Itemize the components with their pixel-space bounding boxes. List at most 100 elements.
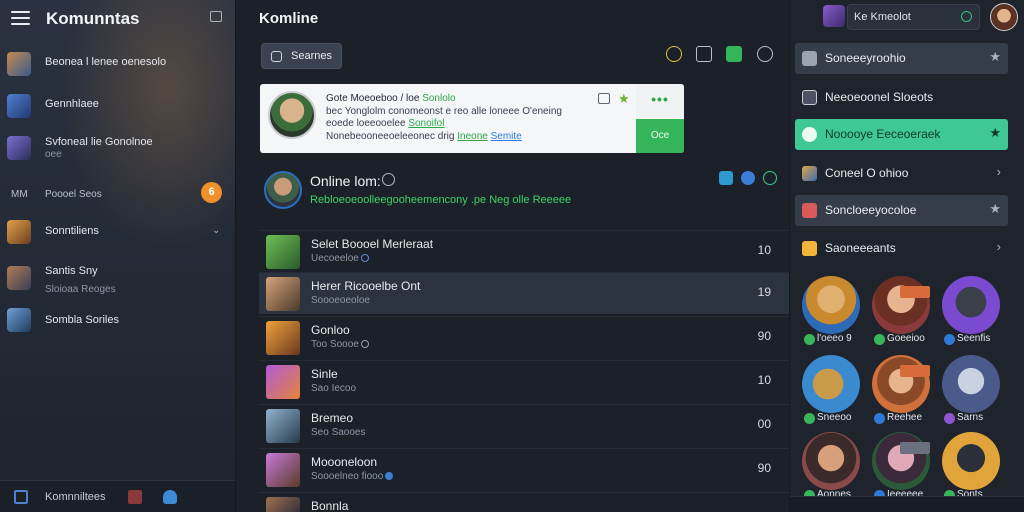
sidebar: Komunntas Beonea l lenee oenesolo Gennhl… (0, 0, 236, 512)
portrait (942, 355, 1000, 413)
check-icon[interactable] (763, 171, 777, 185)
status-dot (944, 413, 955, 424)
share-icon[interactable] (719, 171, 733, 185)
status-label: Ke Kmeolot (854, 11, 911, 23)
star-icon[interactable]: ★ (989, 201, 1001, 217)
list-item[interactable]: Gonloo Too Soooe 90 (259, 316, 789, 358)
character-card[interactable]: Reehee (870, 355, 932, 425)
ok-button[interactable]: Oce (636, 119, 684, 153)
right-item-3[interactable]: Nooooye Eeceoeraek ★ (795, 119, 1008, 150)
list-item[interactable]: Bonnla (259, 492, 789, 512)
edit-icon[interactable] (210, 11, 222, 22)
star-icon[interactable]: ★ (989, 49, 1001, 65)
list-item-desc: Soooeoeoloe (311, 295, 370, 306)
character-card[interactable]: Sonts (940, 432, 1002, 502)
star-icon[interactable]: ★ (989, 125, 1001, 141)
search-icon (271, 51, 282, 62)
message-card[interactable]: Gote Moeoeboo / loe Sonlolo bec Yonglolm… (260, 84, 684, 153)
list-item-count: 00 (757, 417, 771, 431)
tag-badge (900, 442, 930, 454)
bell-icon[interactable] (666, 46, 682, 62)
right-item-4[interactable]: Coneel O ohioo › (795, 158, 1008, 189)
status-pill[interactable]: Ke Kmeolot (847, 4, 980, 30)
right-item-2[interactable]: Neeoeoonel Sloeots (795, 82, 1008, 113)
sidebar-item-1[interactable]: Beonea l lenee oenesolo (0, 46, 235, 82)
flag-icon[interactable] (128, 490, 142, 504)
sidebar-footer-label[interactable]: Komnniltees (45, 491, 106, 503)
sidebar-item-7[interactable]: Sombla Soriles (0, 302, 235, 338)
avatar (266, 321, 300, 355)
list-item-count: 19 (757, 285, 771, 299)
portrait (802, 276, 860, 334)
avatar (264, 171, 302, 209)
list-item[interactable]: Moooneloon Soooelneo fiooo 90 (259, 448, 789, 490)
star-icon[interactable]: ★ (618, 91, 630, 107)
sidebar-item-label: Sonntiliens (45, 225, 99, 237)
folder-icon (802, 51, 817, 66)
character-card[interactable]: Ieeeeee (870, 432, 932, 502)
character-card[interactable]: Seenfis (940, 276, 1002, 346)
list-item[interactable]: Sinle Sao Iecoo 10 (259, 360, 789, 402)
sidebar-item-label: Sombla Soriles (45, 314, 119, 326)
video-icon[interactable] (726, 46, 742, 62)
right-item-label: Nooooye Eeceoeraek (825, 127, 941, 141)
list-item-count: 90 (757, 461, 771, 475)
check-icon (961, 11, 972, 22)
globe-icon[interactable] (741, 171, 755, 185)
portrait (942, 276, 1000, 334)
page-title: Komline (259, 10, 319, 27)
character-card[interactable]: Goeeioo (870, 276, 932, 346)
character-card[interactable]: Sarns (940, 355, 1002, 425)
right-item-label: Soncloeeyocoloe (825, 203, 917, 217)
chevron-down-icon[interactable]: ⌄ (212, 225, 220, 236)
user-avatar[interactable] (990, 3, 1018, 31)
chat-icon[interactable] (696, 46, 712, 62)
app-root: Komunntas Beonea l lenee oenesolo Gennhl… (0, 0, 1024, 512)
menu-icon[interactable] (11, 11, 30, 25)
avatar[interactable] (823, 5, 845, 27)
list-item-desc: Too Soooe (311, 339, 369, 350)
list-item[interactable]: Selet Boooel Merleraat Uecoeeloe 10 (259, 230, 789, 272)
right-panel: Ke Kmeolot Soneeeyroohio ★ Neeoeoonel Sl… (789, 0, 1024, 512)
image-icon[interactable] (598, 93, 610, 104)
character-card[interactable]: Sneeoo (800, 355, 862, 425)
right-item-5[interactable]: Soncloeeyocoloe ★ (795, 195, 1008, 226)
list-item-name: Moooneloon (311, 455, 378, 469)
online-header: Online lom: Rebloeoeoolleegooheemencony … (264, 171, 784, 211)
heart-icon (802, 203, 817, 218)
portrait (872, 276, 930, 334)
character-card[interactable]: Aonnes (800, 432, 862, 502)
list-item-count: 90 (757, 329, 771, 343)
right-item-label: Soneeeyroohio (825, 51, 906, 65)
character-label: Reehee (887, 412, 923, 423)
right-item-6[interactable]: Saoneeeants › (795, 233, 1008, 264)
clock-icon[interactable] (757, 46, 773, 62)
card-line-4: Nonebeooneeoeleeonec drig Ineone Semite (326, 131, 522, 142)
cloud-icon[interactable] (163, 490, 177, 504)
sidebar-footer: Komnniltees (0, 480, 235, 512)
app-title: Komunntas (46, 9, 140, 28)
card-line-2: bec Yonglolm conomeonst e reo alle lonee… (326, 106, 562, 117)
list-item-name: Herer Ricooelbe Ont (311, 279, 421, 293)
card-line-3: eoede loeeooelee Sonoifol (326, 118, 445, 129)
notification-badge: 6 (201, 182, 222, 203)
character-label: Sneeoo (817, 412, 852, 423)
character-card[interactable]: l'oeeo 9 (800, 276, 862, 346)
sidebar-item-sub: oee (45, 149, 62, 160)
search-label: Searnes (291, 50, 332, 62)
list-item-desc: Soooelneo fiooo (311, 471, 394, 482)
list-item[interactable]: Herer Ricooelbe Ont Soooeoeoloe 19 (259, 272, 789, 314)
sidebar-item-5[interactable]: Sonntiliens (0, 214, 235, 250)
search-button[interactable]: Searnes (261, 43, 342, 69)
info-icon[interactable] (382, 173, 395, 186)
character-label: l'oeeo 9 (817, 333, 852, 344)
sidebar-item-6[interactable]: Santis Sny Sloioaa Reoges (0, 260, 235, 296)
more-button[interactable]: ••• (636, 84, 684, 118)
list-item[interactable]: Bremeo Seo Saooes 00 (259, 404, 789, 446)
avatar (7, 52, 31, 76)
right-item-1[interactable]: Soneeeyroohio ★ (795, 43, 1008, 74)
chevron-right-icon[interactable]: › (997, 239, 1001, 254)
sidebar-item-3[interactable]: Svfoneal lie Gonolnoe oee (0, 130, 235, 166)
sidebar-item-2[interactable]: Gennhlaee (0, 88, 235, 124)
chevron-right-icon[interactable]: › (997, 164, 1001, 179)
